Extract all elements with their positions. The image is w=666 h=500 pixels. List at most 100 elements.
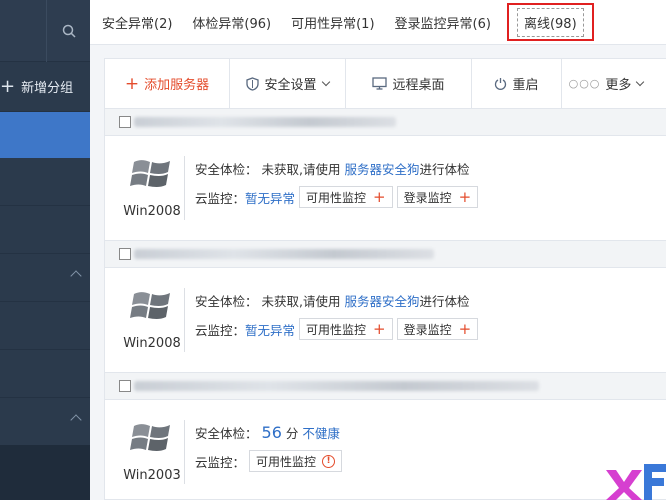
warning-icon: !	[322, 454, 336, 468]
availability-monitor-button[interactable]: 可用性监控 +	[299, 318, 393, 340]
chevron-down-icon	[636, 77, 645, 87]
cloud-monitor-status[interactable]: 暂无异常	[245, 320, 295, 339]
server-card: Win2008 安全体检： 未获取,请使用 服务器安全狗 进行体检 云监控： 暂…	[105, 109, 666, 241]
chevron-up-icon	[70, 414, 82, 426]
watermark-logo	[606, 464, 666, 500]
add-group-button[interactable]: + 新增分组	[0, 62, 90, 112]
server-card-body: Win2008 安全体检： 未获取,请使用 服务器安全狗 进行体检 云监控： 暂…	[105, 268, 666, 372]
health-label: 安全体检：	[195, 293, 258, 309]
cloud-monitor-label: 云监控：	[195, 454, 246, 470]
health-score: 56	[261, 422, 282, 442]
status-tabs: 安全异常(2) 体检异常(96) 可用性异常(1) 登录监控异常(6) 离线(9…	[90, 0, 666, 45]
health-status-link[interactable]: 不健康	[302, 423, 340, 442]
security-settings-dropdown[interactable]: 安全设置	[230, 58, 346, 109]
security-settings-label: 安全设置	[264, 78, 317, 93]
server-status: 安全体检： 未获取,请使用 服务器安全狗 进行体检 云监控： 暂无异常 可用性监…	[195, 156, 479, 210]
divider	[184, 156, 185, 220]
tab-login-monitor-abnormal[interactable]: 登录监控异常(6)	[395, 13, 491, 32]
cloud-monitor-status[interactable]: 暂无异常	[245, 188, 295, 207]
sidebar-item[interactable]	[0, 158, 90, 206]
shield-icon	[246, 76, 260, 91]
chevron-up-icon	[70, 270, 82, 282]
server-card-body: Win2003 安全体检： 56 分 不健康 云监控： 可用性监控 !	[105, 400, 666, 500]
sidebar-group-collapsible[interactable]	[0, 398, 90, 446]
availability-monitor-label: 可用性监控	[306, 322, 367, 337]
plus-icon: +	[373, 187, 386, 206]
cloud-monitor-label: 云监控：	[195, 322, 246, 338]
reboot-button[interactable]: 重启	[472, 58, 562, 109]
server-select-checkbox[interactable]	[119, 116, 131, 128]
tab-offline[interactable]: 离线(98)	[506, 3, 594, 41]
add-server-button[interactable]: + 添加服务器	[105, 58, 230, 109]
availability-monitor-label: 可用性监控	[256, 454, 317, 469]
search-icon	[62, 24, 76, 38]
server-select-checkbox[interactable]	[119, 248, 131, 260]
ellipsis-icon: ○○○	[568, 77, 601, 90]
windows-logo-icon	[130, 160, 170, 187]
os-name: Win2008	[123, 336, 181, 351]
redacted-server-info	[134, 249, 434, 259]
remote-desktop-button[interactable]: 远程桌面	[346, 58, 472, 109]
login-monitor-button[interactable]: 登录监控 +	[396, 186, 479, 208]
cloud-monitor-label: 云监控：	[195, 190, 246, 206]
server-card-header	[105, 109, 666, 136]
sidebar: + 新增分组	[0, 0, 90, 500]
server-card-body: Win2008 安全体检： 未获取,请使用 服务器安全狗 进行体检 云监控： 暂…	[105, 136, 666, 240]
reboot-label: 重启	[512, 78, 539, 93]
os-name: Win2008	[123, 204, 181, 219]
divider	[184, 420, 185, 484]
tab-checkup-abnormal[interactable]: 体检异常(96)	[192, 13, 271, 32]
sidebar-footer	[0, 445, 90, 500]
health-label: 安全体检：	[195, 425, 258, 441]
add-group-label: 新增分组	[21, 81, 74, 96]
tab-availability-abnormal[interactable]: 可用性异常(1)	[291, 13, 374, 32]
windows-logo-icon	[130, 424, 170, 451]
sidebar-item[interactable]	[0, 206, 90, 254]
sidebar-search-button[interactable]	[46, 0, 90, 62]
server-card: Win2008 安全体检： 未获取,请使用 服务器安全狗 进行体检 云监控： 暂…	[105, 241, 666, 373]
more-label: 更多	[605, 78, 632, 93]
health-suffix: 进行体检	[419, 161, 470, 177]
sidebar-group-collapsible[interactable]	[0, 254, 90, 302]
chevron-down-icon	[321, 77, 330, 87]
health-suffix: 进行体检	[419, 293, 470, 309]
more-dropdown[interactable]: ○○○ 更多	[562, 59, 650, 109]
os-info: Win2008	[119, 284, 185, 351]
tab-security-abnormal[interactable]: 安全异常(2)	[102, 13, 172, 32]
monitor-icon	[372, 77, 388, 90]
login-monitor-label: 登录监控	[403, 190, 452, 205]
availability-monitor-label: 可用性监控	[306, 190, 367, 205]
remote-desktop-label: 远程桌面	[392, 78, 445, 93]
power-icon	[495, 78, 507, 90]
server-status: 安全体检： 未获取,请使用 服务器安全狗 进行体检 云监控： 暂无异常 可用性监…	[195, 288, 479, 342]
plus-icon: +	[124, 73, 140, 94]
server-list-panel: + 添加服务器 安全设置 远程桌面 重启 ○○○ 更多 Win2008 安全体检…	[104, 58, 666, 500]
server-select-checkbox[interactable]	[119, 380, 131, 392]
health-text: 未获取,请使用	[261, 293, 341, 309]
sidebar-item-active[interactable]	[0, 112, 90, 158]
add-server-label: 添加服务器	[144, 78, 210, 93]
login-monitor-button[interactable]: 登录监控 +	[396, 318, 479, 340]
health-text: 未获取,请使用	[261, 161, 341, 177]
toolbar: + 添加服务器 安全设置 远程桌面 重启 ○○○ 更多	[105, 58, 666, 109]
server-safedog-link[interactable]: 服务器安全狗	[345, 291, 420, 310]
sidebar-item[interactable]	[0, 350, 90, 398]
health-label: 安全体检：	[195, 161, 258, 177]
availability-monitor-button[interactable]: 可用性监控 !	[249, 450, 343, 472]
divider	[184, 288, 185, 352]
server-safedog-link[interactable]: 服务器安全狗	[345, 159, 420, 178]
server-card: Win2003 安全体检： 56 分 不健康 云监控： 可用性监控 !	[105, 373, 666, 500]
sidebar-item[interactable]	[0, 302, 90, 350]
server-card-header	[105, 373, 666, 400]
server-status: 安全体检： 56 分 不健康 云监控： 可用性监控 !	[195, 420, 343, 474]
redacted-server-info	[134, 381, 539, 391]
plus-icon: +	[458, 187, 472, 206]
windows-logo-icon	[130, 292, 170, 319]
availability-monitor-button[interactable]: 可用性监控 +	[299, 186, 393, 208]
plus-icon: +	[373, 319, 386, 338]
server-card-header	[105, 241, 666, 268]
tab-offline-label: 离线(98)	[516, 7, 584, 37]
os-info: Win2003	[119, 416, 185, 483]
os-name: Win2003	[123, 468, 181, 483]
plus-icon: +	[458, 319, 472, 338]
